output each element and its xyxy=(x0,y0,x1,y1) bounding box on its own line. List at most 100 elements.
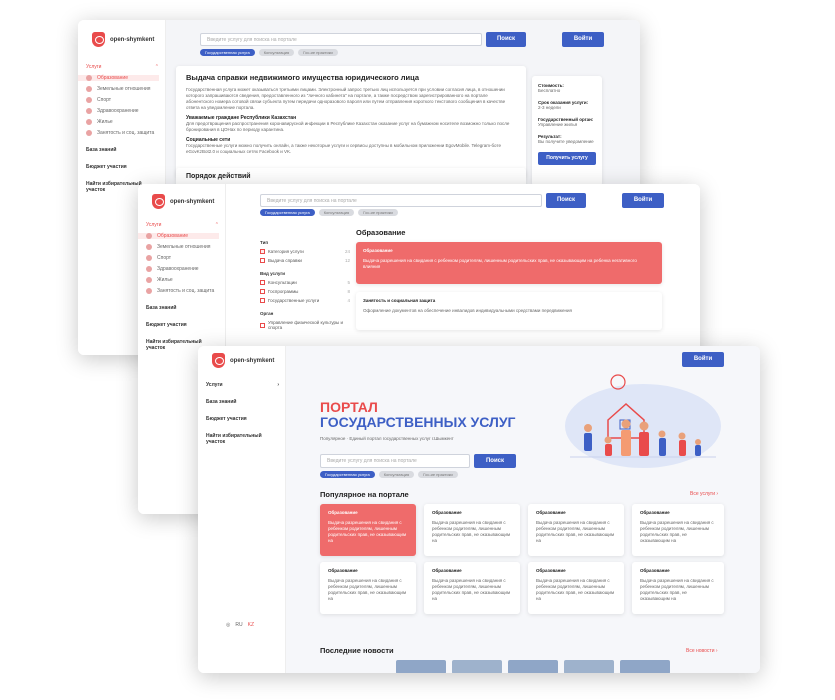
sidebar-budget[interactable]: Бюджет участия xyxy=(86,164,159,170)
checkbox-icon[interactable] xyxy=(260,298,265,303)
sidebar-knowledge-base[interactable]: База знаний xyxy=(206,399,279,405)
all-news-link[interactable]: Все новости › xyxy=(686,648,718,654)
logo-mark-icon xyxy=(92,32,105,47)
search-button[interactable]: Поиск xyxy=(474,454,516,468)
checkbox-icon[interactable] xyxy=(260,322,265,328)
filter-option[interactable]: Государственные услуги 4 xyxy=(260,298,350,303)
sidebar-budget[interactable]: Бюджет участия xyxy=(146,322,219,328)
chevron-right-icon: › xyxy=(716,491,719,497)
chip-state-service[interactable]: Государственная услуга xyxy=(320,471,375,478)
login-button[interactable]: Войти xyxy=(682,352,724,367)
nav-group-services[interactable]: Услуги ⌃ xyxy=(86,64,159,70)
sidebar-item-health[interactable]: Здравоохранение xyxy=(146,266,219,272)
catalog-card-active[interactable]: Образование Выдача разрешения на свидани… xyxy=(356,242,662,284)
sidebar-budget[interactable]: Бюджет участия xyxy=(206,416,279,422)
info-result-value: Вы получите уведомление xyxy=(538,139,594,144)
nav-group-services[interactable]: Услуги › xyxy=(206,382,279,388)
checkbox-icon[interactable] xyxy=(260,280,265,285)
search-input[interactable]: Введите услугу для поиска на портале xyxy=(320,454,470,468)
language-switch[interactable]: ◎ RU KZ xyxy=(226,622,254,628)
filter-option[interactable]: Категория услуги 24 xyxy=(260,249,350,254)
chip-practices[interactable]: Гос-ие практики xyxy=(358,209,398,216)
filter-option[interactable]: Госпрограммы 8 xyxy=(260,289,350,294)
sidebar-knowledge-base[interactable]: База знаний xyxy=(86,147,159,153)
order-heading: Порядок действий xyxy=(186,173,251,180)
checkbox-icon[interactable] xyxy=(260,289,265,294)
popular-card[interactable]: Образование Выдача разрешения на свидани… xyxy=(632,562,724,614)
chip-state-service[interactable]: Государственная услуга xyxy=(260,209,315,216)
search-button[interactable]: Поиск xyxy=(546,193,586,208)
news-thumbnail[interactable] xyxy=(452,660,502,673)
sidebar-item-housing[interactable]: Жилье xyxy=(86,119,159,125)
login-button[interactable]: Войти xyxy=(562,32,604,47)
catalog-card[interactable]: Занятость и социальная защита Оформление… xyxy=(356,292,662,330)
news-thumbnail[interactable] xyxy=(396,660,446,673)
sidebar-knowledge-base[interactable]: База знаний xyxy=(146,305,219,311)
sidebar-nav: Услуги ⌃ Образование Земельные отношения … xyxy=(78,64,159,193)
filter-option[interactable]: Управление физической культуры и спорта xyxy=(260,320,350,330)
sidebar-nav: Услуги ⌃ Образование Земельные отношения … xyxy=(138,222,219,351)
filter-option[interactable]: Выдача справки 12 xyxy=(260,258,350,263)
search-button[interactable]: Поиск xyxy=(486,32,526,47)
news-thumbnail[interactable] xyxy=(508,660,558,673)
search-input[interactable]: Введите услугу для поиска на портале xyxy=(200,33,482,46)
sidebar-item-land[interactable]: Земельные отношения xyxy=(146,244,219,250)
sidebar-polling-station[interactable]: Найти избирательный участок xyxy=(206,433,279,445)
chevron-up-icon: ⌃ xyxy=(214,222,219,228)
popular-card[interactable]: Образование Выдача разрешения на свидани… xyxy=(320,562,416,614)
popular-card-active[interactable]: Образование Выдача разрешения на свидани… xyxy=(320,504,416,556)
filter-option[interactable]: Консультации 5 xyxy=(260,280,350,285)
sidebar-item-education[interactable]: Образование xyxy=(78,75,159,81)
sidebar-item-education[interactable]: Образование xyxy=(138,233,219,239)
logo[interactable]: open-shymkent xyxy=(92,32,154,47)
chip-consultation[interactable]: Консультация xyxy=(378,471,415,478)
education-icon xyxy=(86,75,92,81)
service-content-card: Выдача справки недвижимого имущества юри… xyxy=(176,66,526,178)
info-term-value: 2-3 недели xyxy=(538,105,561,110)
chip-practices[interactable]: Гос-ие практики xyxy=(418,471,458,478)
health-icon xyxy=(146,266,152,272)
sidebar-item-sport[interactable]: Спорт xyxy=(86,97,159,103)
checkbox-icon[interactable] xyxy=(260,258,265,263)
education-icon xyxy=(146,233,152,239)
catalog-heading: Образование xyxy=(356,228,406,237)
popular-card[interactable]: Образование Выдача разрешения на свидани… xyxy=(632,504,724,556)
all-services-link[interactable]: Все услуги › xyxy=(690,491,718,497)
nav-group-services[interactable]: Услуги ⌃ xyxy=(146,222,219,228)
filter-kind-title: Вид услуги xyxy=(260,271,285,276)
globe-icon: ◎ xyxy=(226,622,231,628)
popular-card[interactable]: Образование Выдача разрешения на свидани… xyxy=(424,504,520,556)
sidebar: open-shymkent Услуги › База знаний Бюджет… xyxy=(198,346,286,673)
sidebar-item-land[interactable]: Земельные отношения xyxy=(86,86,159,92)
sidebar-item-sport[interactable]: Спорт xyxy=(146,255,219,261)
news-thumbnail[interactable] xyxy=(620,660,670,673)
logo[interactable]: open-shymkent xyxy=(212,353,274,368)
get-service-button[interactable]: Получить услугу xyxy=(538,152,596,165)
sidebar-item-housing[interactable]: Жилье xyxy=(146,277,219,283)
news-thumbnail[interactable] xyxy=(564,660,614,673)
sidebar-item-employment[interactable]: Занятость и соц. защита xyxy=(146,288,219,294)
filter-agency-title: Орган xyxy=(260,311,274,316)
sidebar-item-employment[interactable]: Занятость и соц. защита xyxy=(86,130,159,136)
land-icon xyxy=(86,86,92,92)
service-description: Государственная услуга может оказываться… xyxy=(186,87,506,111)
checkbox-checked-icon[interactable] xyxy=(260,249,265,254)
login-button[interactable]: Войти xyxy=(622,193,664,208)
popular-card[interactable]: Образование Выдача разрешения на свидани… xyxy=(528,562,624,614)
chip-consultation[interactable]: Консультация xyxy=(318,209,355,216)
popular-card[interactable]: Образование Выдача разрешения на свидани… xyxy=(528,504,624,556)
sidebar-item-health[interactable]: Здравоохранение xyxy=(86,108,159,114)
social-text: Государственные услуги можно получить он… xyxy=(186,143,501,155)
chevron-up-icon: ⌃ xyxy=(154,64,159,70)
chevron-right-icon: › xyxy=(715,648,718,654)
chevron-right-icon: › xyxy=(277,382,279,388)
popular-card[interactable]: Образование Выдача разрешения на свидани… xyxy=(424,562,520,614)
news-thumbnails xyxy=(396,660,670,673)
window-home: open-shymkent Услуги › База знаний Бюджет… xyxy=(198,346,760,673)
chip-practices[interactable]: Гос-ие практики xyxy=(298,49,338,56)
logo[interactable]: open-shymkent xyxy=(152,194,214,209)
search-input[interactable]: Введите услугу для поиска на портале xyxy=(260,194,542,207)
chip-consultation[interactable]: Консультация xyxy=(258,49,295,56)
chip-state-service[interactable]: Государственная услуга xyxy=(200,49,255,56)
sidebar-nav: Услуги › База знаний Бюджет участия Найти… xyxy=(206,382,279,445)
